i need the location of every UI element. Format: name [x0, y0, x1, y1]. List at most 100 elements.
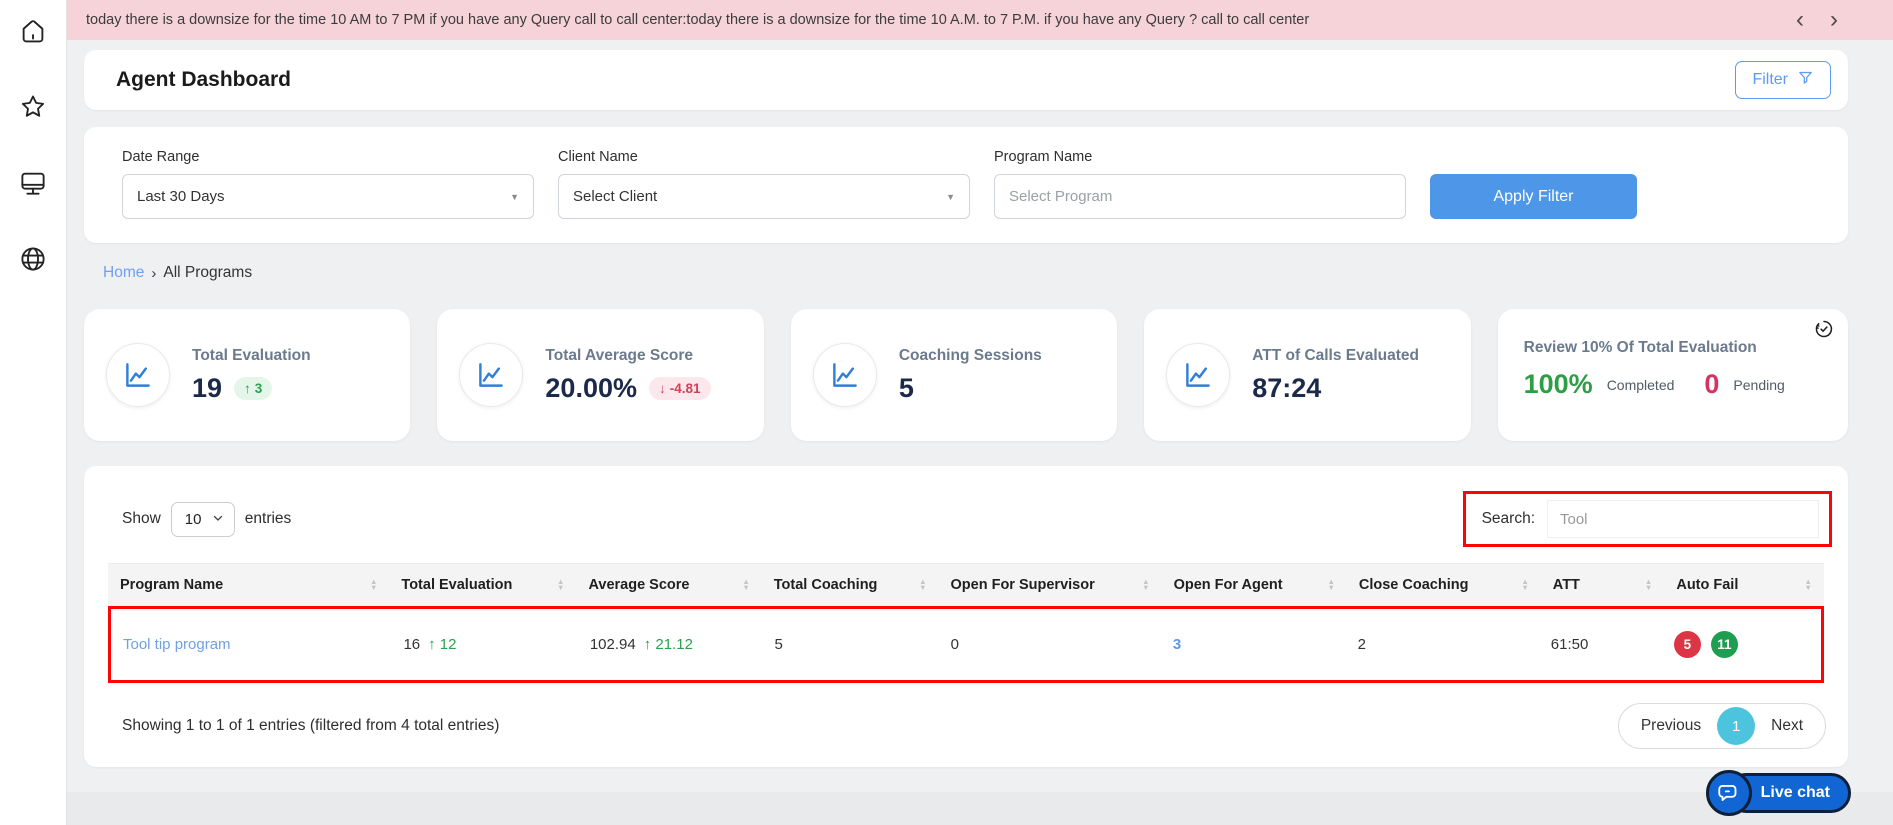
- sort-icon[interactable]: ▲ ▼: [1804, 577, 1811, 592]
- pagination: Previous 1 Next: [1617, 703, 1826, 749]
- search-label: Search:: [1481, 510, 1535, 527]
- col-header-program-name[interactable]: Program Name ▲ ▼: [108, 564, 389, 606]
- cell-total-evaluation: 16 ↑ 12: [391, 609, 577, 680]
- delta-badge: ↓ -4.81: [648, 376, 711, 400]
- filter-panel: Date Range Last 30 Days ▼ Client Name Se…: [84, 127, 1848, 243]
- stat-label: ATT of Calls Evaluated: [1252, 346, 1420, 364]
- cell-value: 2: [1357, 636, 1366, 653]
- page-length-value: 10: [184, 510, 202, 528]
- live-chat-widget[interactable]: Live chat: [1705, 770, 1851, 816]
- clock-check-icon[interactable]: [1814, 319, 1834, 339]
- line-chart-icon: [812, 343, 877, 407]
- arrow-down-icon: ↓: [658, 380, 666, 396]
- table-footer: Showing 1 to 1 of 1 entries (filtered fr…: [108, 703, 1832, 749]
- filter-button[interactable]: Filter: [1735, 61, 1831, 99]
- sort-icon[interactable]: ▲ ▼: [1645, 577, 1652, 592]
- sort-icon[interactable]: ▲ ▼: [742, 577, 749, 592]
- main-content: Agent Dashboard Filter Date Range Last 3…: [67, 40, 1893, 825]
- open-for-agent-link[interactable]: 3: [1173, 636, 1181, 653]
- col-label: Auto Fail: [1676, 577, 1739, 593]
- sort-icon[interactable]: ▲ ▼: [1327, 577, 1334, 592]
- date-range-field: Date Range Last 30 Days ▼: [122, 149, 534, 219]
- col-header-total-evaluation[interactable]: Total Evaluation ▲ ▼: [389, 564, 576, 606]
- previous-page-button[interactable]: Previous: [1625, 717, 1717, 735]
- client-name-label: Client Name: [558, 149, 638, 165]
- globe-icon[interactable]: [18, 244, 48, 274]
- page-number-button[interactable]: 1: [1717, 707, 1756, 745]
- banner-prev-icon[interactable]: ‹: [1796, 8, 1804, 32]
- monitor-icon[interactable]: [18, 168, 48, 198]
- sort-icon[interactable]: ▲ ▼: [557, 577, 564, 592]
- completed-label: Completed: [1606, 376, 1675, 393]
- client-select-value: Select Client: [573, 188, 658, 205]
- date-range-label: Date Range: [122, 149, 200, 165]
- banner-next-icon[interactable]: ›: [1830, 8, 1838, 32]
- col-label: Total Evaluation: [401, 577, 513, 593]
- chat-bubble-icon: [1705, 770, 1752, 816]
- cell-value: 5: [774, 636, 783, 653]
- stat-label: Total Average Score: [545, 346, 693, 364]
- pending-label: Pending: [1733, 376, 1785, 393]
- stat-label: Coaching Sessions: [898, 346, 1042, 364]
- col-header-close-coaching[interactable]: Close Coaching ▲ ▼: [1347, 564, 1541, 606]
- col-header-total-coaching[interactable]: Total Coaching ▲ ▼: [762, 564, 939, 606]
- program-link[interactable]: Tool tip program: [123, 636, 231, 653]
- breadcrumb-home-link[interactable]: Home: [103, 264, 144, 282]
- bottom-strip: [67, 792, 1893, 825]
- chevron-down-icon: [212, 511, 224, 528]
- show-label: Show: [122, 510, 161, 527]
- funnel-icon: [1797, 69, 1814, 91]
- program-input-wrap: [994, 174, 1406, 219]
- page-length-select[interactable]: 10: [170, 501, 235, 537]
- search-annotation-box: Search:: [1462, 491, 1832, 547]
- review-percent: 100%: [1523, 369, 1593, 399]
- arrow-up-icon: ↑: [428, 636, 436, 653]
- auto-fail-red-badge[interactable]: 5: [1673, 631, 1701, 658]
- date-range-select[interactable]: Last 30 Days ▼: [122, 174, 534, 219]
- home-icon[interactable]: [18, 16, 48, 46]
- programs-table-card: Show 10 entries Search: Tool Program Nam…: [84, 466, 1848, 767]
- line-chart-icon: [459, 343, 524, 407]
- search-input[interactable]: [1547, 500, 1819, 538]
- col-header-average-score[interactable]: Average Score ▲ ▼: [576, 564, 761, 606]
- col-label: Total Coaching: [773, 577, 878, 593]
- cell-auto-fail: 5 11: [1662, 609, 1821, 680]
- apply-filter-button[interactable]: Apply Filter: [1430, 174, 1637, 219]
- stat-card-att-of-calls: ATT of Calls Evaluated 87:24: [1144, 309, 1471, 441]
- sort-icon[interactable]: ▲ ▼: [370, 577, 377, 592]
- col-header-att[interactable]: ATT ▲ ▼: [1541, 564, 1665, 606]
- col-label: Program Name: [120, 577, 224, 593]
- line-chart-icon: [106, 343, 170, 407]
- breadcrumb: Home › All Programs: [103, 264, 1893, 282]
- banner-nav: ‹ ›: [1796, 8, 1838, 32]
- sort-icon[interactable]: ▲ ▼: [1521, 577, 1528, 592]
- star-icon[interactable]: [18, 92, 48, 122]
- caret-down-icon: ▼: [510, 191, 519, 202]
- stat-value: 87:24: [1252, 372, 1322, 403]
- sort-icon[interactable]: ▲ ▼: [919, 577, 926, 592]
- cell-delta-up: ↑ 12: [428, 636, 457, 653]
- app-root: today there is a downsize for the time 1…: [0, 0, 1893, 825]
- col-header-open-for-agent[interactable]: Open For Agent ▲ ▼: [1162, 564, 1347, 606]
- sidebar: [0, 0, 67, 825]
- stat-card-total-evaluation: Total Evaluation 19 ↑ 3: [84, 309, 411, 441]
- cell-average-score: 102.94 ↑ 21.12: [578, 609, 763, 680]
- sort-icon[interactable]: ▲ ▼: [1142, 577, 1149, 592]
- cell-total-coaching: 5: [762, 609, 938, 680]
- col-header-auto-fail[interactable]: Auto Fail ▲ ▼: [1664, 564, 1824, 606]
- stat-label: Review 10% Of Total Evaluation: [1523, 339, 1757, 356]
- cell-open-for-supervisor: 0: [939, 609, 1161, 680]
- cell-delta-up: ↑ 21.12: [643, 636, 693, 653]
- next-page-button[interactable]: Next: [1755, 717, 1819, 735]
- table-controls: Show 10 entries Search:: [108, 491, 1832, 547]
- col-header-open-for-supervisor[interactable]: Open For Supervisor ▲ ▼: [939, 564, 1162, 606]
- cell-close-coaching: 2: [1346, 609, 1539, 680]
- stat-card-coaching-sessions: Coaching Sessions 5: [790, 309, 1118, 441]
- date-range-value: Last 30 Days: [137, 188, 225, 205]
- client-select[interactable]: Select Client ▼: [558, 174, 970, 219]
- col-label: ATT: [1552, 577, 1580, 593]
- announcement-banner: today there is a downsize for the time 1…: [67, 0, 1893, 40]
- stat-value: 5: [898, 372, 914, 403]
- program-input[interactable]: [1009, 188, 1391, 205]
- auto-fail-green-badge[interactable]: 11: [1710, 631, 1738, 658]
